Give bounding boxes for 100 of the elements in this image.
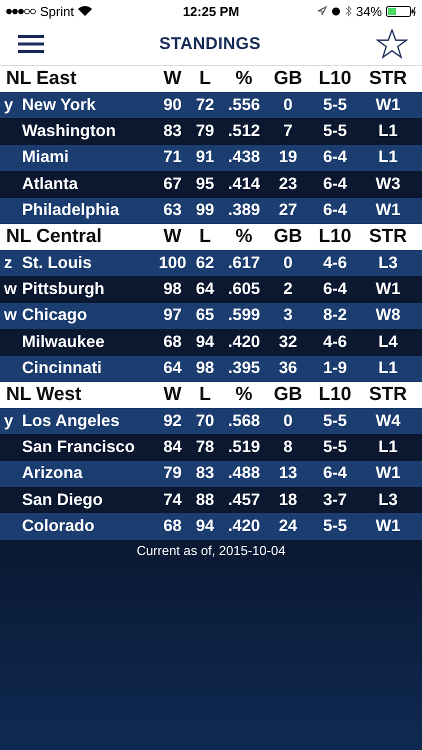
team-name: Washington — [22, 122, 117, 142]
column-header: L — [198, 226, 212, 248]
team-name: San Diego — [22, 490, 104, 510]
table-cell-text: 8 — [282, 438, 294, 457]
table-cell-text: 84 — [162, 438, 183, 457]
table-cell-text: W4 — [374, 412, 402, 431]
table-cell-text: L1 — [377, 148, 399, 168]
table-cell-text: W1 — [374, 464, 402, 484]
table-cell-text: 98 — [162, 280, 183, 300]
column-header: L10 — [318, 384, 352, 406]
table-cell-text: 62 — [194, 254, 216, 273]
table-cell-text: 1-9 — [322, 359, 348, 378]
column-header: W — [162, 384, 182, 406]
table-cell-text: W1 — [374, 96, 402, 115]
table-cell-text: 97 — [162, 306, 183, 326]
table-cell-text: .420 — [226, 517, 262, 536]
table-cell-text: 13 — [278, 464, 298, 484]
team-name: Cincinnati — [22, 359, 103, 378]
table-cell-text: W1 — [374, 201, 402, 220]
table-cell-text: .488 — [226, 464, 262, 484]
table-cell-text: 92 — [162, 412, 183, 431]
table-cell-text: 95 — [194, 174, 216, 194]
column-header: STR — [368, 68, 408, 90]
table-cell-text: 32 — [278, 332, 298, 352]
table-cell-text: 5-5 — [322, 96, 348, 115]
column-header: L10 — [318, 68, 352, 90]
table-cell-text: 72 — [194, 96, 216, 115]
table-cell-text: 91 — [194, 148, 216, 168]
table-cell-text: 68 — [162, 517, 183, 536]
table-cell-text: 78 — [194, 438, 216, 457]
team-name: Los Angeles — [22, 412, 120, 431]
table-cell-text: 94 — [194, 517, 216, 536]
column-header: % — [234, 384, 254, 406]
column-header: W — [162, 68, 182, 90]
table-cell-text: 7 — [282, 122, 294, 142]
table-cell-text: 65 — [194, 306, 216, 326]
table-cell-text: 74 — [162, 490, 183, 510]
team-name: Pittsburgh — [22, 280, 106, 300]
wifi-icon — [78, 6, 92, 16]
table-cell-text: .389 — [226, 201, 262, 220]
table-cell-text: L1 — [377, 359, 399, 378]
table-cell-text: 79 — [162, 464, 183, 484]
column-header: GB — [272, 68, 304, 90]
column-header: W — [162, 226, 182, 248]
table-cell-text: 0 — [282, 254, 294, 273]
clock-time: 12:25 PM — [182, 4, 240, 18]
table-cell-text: 98 — [194, 359, 216, 378]
column-header: GB — [272, 226, 304, 248]
signal-icon — [6, 8, 36, 14]
team-name: Colorado — [22, 517, 96, 536]
update-note: Current as of, 2015-10-04 — [136, 542, 286, 558]
table-cell-text: 70 — [194, 412, 216, 431]
table-cell-text: 2 — [282, 280, 294, 300]
table-cell-text: L1 — [377, 438, 399, 457]
column-header: L10 — [318, 226, 352, 248]
bluetooth-icon — [344, 5, 352, 17]
division-name: NL East — [5, 68, 78, 90]
table-cell-text: 99 — [194, 201, 216, 220]
table-cell-text: W1 — [374, 280, 402, 300]
menu-icon[interactable] — [18, 34, 44, 52]
clinch-mark: y — [3, 96, 14, 115]
star-icon[interactable] — [376, 28, 408, 58]
column-header: % — [234, 226, 254, 248]
table-cell-text: .556 — [226, 96, 262, 115]
table-cell-text: .438 — [226, 148, 262, 168]
table-cell-text: .457 — [226, 490, 262, 510]
team-name: Arizona — [22, 464, 84, 484]
table-cell-text: 100 — [158, 254, 188, 273]
table-cell-text: 6-4 — [322, 280, 348, 300]
table-cell-text: 0 — [282, 96, 294, 115]
table-cell-text: 6-4 — [322, 148, 348, 168]
screen-title: STANDINGS — [159, 34, 261, 54]
table-cell-text: 3 — [282, 306, 294, 326]
table-cell-text: 3-7 — [322, 490, 348, 510]
table-cell-text: W1 — [374, 517, 402, 536]
table-cell-text: 5-5 — [322, 412, 348, 431]
table-cell-text: 6-4 — [322, 174, 348, 194]
team-name: Milwaukee — [22, 332, 106, 352]
clinch-mark: z — [3, 254, 14, 273]
table-cell-text: .605 — [226, 280, 262, 300]
table-cell-text: 5-5 — [322, 517, 348, 536]
division-name: NL Central — [5, 226, 103, 248]
table-cell-text: .395 — [226, 359, 262, 378]
table-cell-text: 64 — [162, 359, 183, 378]
carrier-name: Sprint — [40, 4, 74, 18]
team-name: St. Louis — [22, 254, 93, 273]
table-cell-text: 6-4 — [322, 464, 348, 484]
column-header: GB — [272, 384, 304, 406]
table-cell-text: .599 — [226, 306, 262, 326]
table-cell-text: L4 — [377, 332, 399, 352]
table-cell-text: L1 — [377, 122, 399, 142]
table-cell-text: L3 — [377, 490, 399, 510]
table-cell-text: W3 — [374, 174, 402, 194]
battery-percent: 34% — [356, 4, 382, 18]
table-cell-text: 5-5 — [322, 438, 348, 457]
table-cell-text: 79 — [194, 122, 216, 142]
table-cell-text: 67 — [162, 174, 183, 194]
column-header: STR — [368, 384, 408, 406]
table-cell-text: 8-2 — [322, 306, 348, 326]
table-cell-text: 23 — [278, 174, 298, 194]
